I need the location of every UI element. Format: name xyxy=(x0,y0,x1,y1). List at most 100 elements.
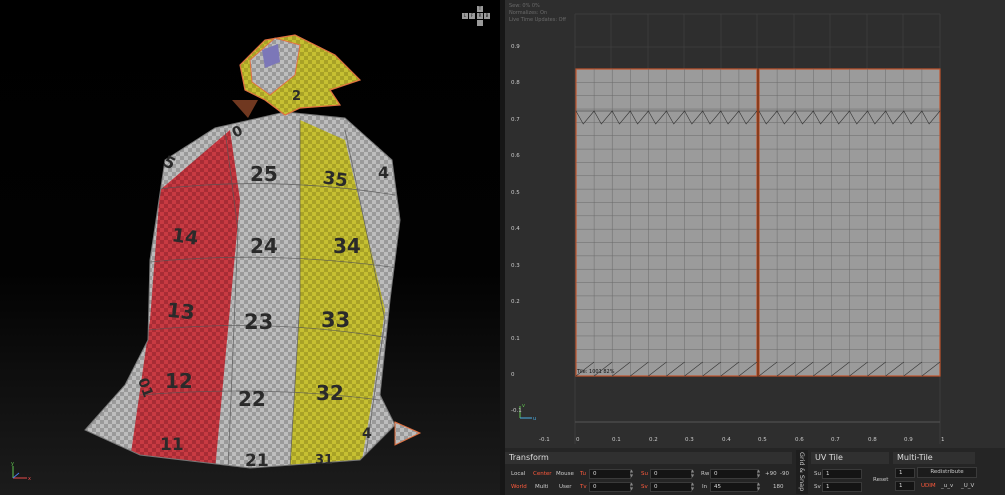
tv-spinner[interactable]: ▲ ▼ xyxy=(629,481,634,491)
patch-label: 34 xyxy=(333,234,361,258)
patch-label: 12 xyxy=(165,369,193,393)
x-tick: 0.4 xyxy=(722,437,731,443)
u-v-lower-toggle[interactable]: _u_v xyxy=(941,481,953,491)
x-tick: 1 xyxy=(941,437,945,443)
uv-tile-title: UV Tile xyxy=(811,452,889,464)
y-tick: 0.6 xyxy=(511,153,520,159)
sv-label: Sv xyxy=(641,484,648,490)
y-tick: 0.2 xyxy=(511,299,520,305)
svg-text:v: v xyxy=(522,403,525,409)
transform-title: Transform xyxy=(505,452,792,464)
patch-label: 32 xyxy=(316,381,344,405)
uv-tile-su-label: Su xyxy=(814,471,821,477)
in-spinner[interactable]: ▲ ▼ xyxy=(756,481,761,491)
su-spinner[interactable]: ▲ ▼ xyxy=(690,468,695,478)
tu-label: Tu xyxy=(580,471,587,477)
nav-cube-bottom[interactable] xyxy=(477,20,483,26)
nav-cube-back[interactable]: B xyxy=(484,13,490,19)
mouse-toggle[interactable]: Mouse xyxy=(556,469,574,479)
y-tick: -0.1 xyxy=(511,408,522,414)
axis-gizmo-3d: y x xyxy=(11,461,31,482)
tu-spinner[interactable]: ▲ ▼ xyxy=(629,468,634,478)
x-tick: 0.9 xyxy=(904,437,913,443)
x-tick: -0.1 xyxy=(539,437,550,443)
uv-tile-sv-label: Sv xyxy=(814,484,821,490)
svg-text:x: x xyxy=(28,476,31,482)
udim-toggle[interactable]: UDIM xyxy=(921,481,936,491)
x-tick: 0.6 xyxy=(795,437,804,443)
patch-label: 4 xyxy=(378,163,389,182)
nav-cube-top[interactable]: T xyxy=(477,6,483,12)
grid-snap-tab[interactable]: Grid & Snap xyxy=(796,450,808,494)
x-tick: 0.2 xyxy=(649,437,658,443)
sv-spinner[interactable]: ▲ ▼ xyxy=(690,481,695,491)
uv-tile-sv-field[interactable]: 1 xyxy=(822,482,862,492)
viewport-3d[interactable]: 5 0 2 25 35 4 14 24 34 13 23 33 12 22 32… xyxy=(0,0,500,495)
svg-text:u: u xyxy=(533,416,536,422)
center-toggle[interactable]: Center xyxy=(533,469,552,479)
patch-label: 24 xyxy=(250,234,278,258)
patch-label: 2 xyxy=(292,89,301,104)
navigation-cube[interactable]: T L F R B xyxy=(462,6,492,28)
local-toggle[interactable]: Local xyxy=(511,469,525,479)
x-tick: 0.5 xyxy=(758,437,767,443)
patch-label: 21 xyxy=(245,451,269,471)
svg-text:y: y xyxy=(11,461,14,467)
sv-field[interactable]: 0 xyxy=(650,482,692,492)
uv-editor-panel[interactable]: Sew: 0% 0% Normalizes: On Live Time Upda… xyxy=(505,0,1005,448)
u-v-upper-toggle[interactable]: _U_V xyxy=(961,481,974,491)
y-tick: 0.1 xyxy=(511,336,520,342)
patch-label: 11 xyxy=(160,435,184,455)
multi-tile-title: Multi-Tile xyxy=(893,452,975,464)
rw-label: Rw xyxy=(701,471,710,477)
uv-grid: v u xyxy=(519,13,941,444)
rw-spinner[interactable]: ▲ ▼ xyxy=(756,468,761,478)
in-label: In xyxy=(702,484,708,490)
x-tick: 0 xyxy=(576,437,580,443)
y-tick: 0.4 xyxy=(511,226,520,232)
y-tick: 0.8 xyxy=(511,80,520,86)
y-tick: 0.7 xyxy=(511,117,520,123)
redistribute-button[interactable]: Redistribute xyxy=(917,467,977,478)
uv-tile-su-field[interactable]: 1 xyxy=(822,469,862,479)
uv-shells[interactable] xyxy=(575,68,941,377)
world-toggle[interactable]: World xyxy=(511,482,527,492)
rotate-180-button[interactable]: 180 xyxy=(773,482,784,492)
y-tick: 0.9 xyxy=(511,44,520,50)
nav-cube-left[interactable]: L xyxy=(462,13,468,19)
patch-label: 22 xyxy=(238,387,266,411)
patch-label: 25 xyxy=(250,162,278,186)
in-field[interactable]: 45 xyxy=(710,482,758,492)
patch-label: 35 xyxy=(321,167,349,191)
patch-label: 14 xyxy=(170,224,199,249)
x-tick: 0.3 xyxy=(685,437,694,443)
tu-field[interactable]: 0 xyxy=(589,469,631,479)
rw-field[interactable]: 0 xyxy=(710,469,758,479)
uv-tools-bar: Transform Local World Center Multi Mouse… xyxy=(505,448,1005,495)
multi-tile-udim-field[interactable]: 1 xyxy=(895,481,915,491)
uv-tile-reset-button[interactable]: Reset xyxy=(873,475,888,485)
patch-label: 23 xyxy=(244,310,273,334)
user-toggle[interactable]: User xyxy=(559,482,572,492)
patch-label: 4 xyxy=(362,426,372,442)
sack-model: 5 0 2 25 35 4 14 24 34 13 23 33 12 22 32… xyxy=(11,34,422,482)
rotate-plus90-button[interactable]: +90 xyxy=(765,469,777,479)
y-tick: 0.3 xyxy=(511,263,520,269)
nav-cube-front[interactable]: F xyxy=(469,13,475,19)
su-field[interactable]: 0 xyxy=(650,469,692,479)
multi-tile-count-field[interactable]: 1 xyxy=(895,468,915,478)
nav-cube-right[interactable]: R xyxy=(477,13,483,19)
x-tick: 0.7 xyxy=(831,437,840,443)
app-window: 5 0 2 25 35 4 14 24 34 13 23 33 12 22 32… xyxy=(0,0,1005,495)
su-label: Su xyxy=(641,471,648,477)
patch-label: 31 xyxy=(315,453,333,468)
patch-label: 13 xyxy=(166,298,196,325)
rotate-minus90-button[interactable]: -90 xyxy=(780,469,789,479)
tile-label: Tile: 1001 82% xyxy=(577,369,615,375)
tv-field[interactable]: 0 xyxy=(589,482,631,492)
patch-label: 33 xyxy=(321,308,350,332)
tv-label: Tv xyxy=(580,484,587,490)
y-tick: 0.5 xyxy=(511,190,520,196)
multi-toggle[interactable]: Multi xyxy=(535,482,548,492)
x-tick: 0.8 xyxy=(868,437,877,443)
